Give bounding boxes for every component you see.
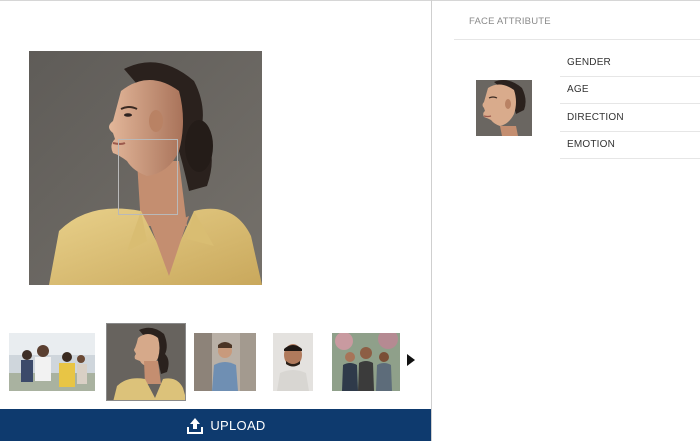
attribute-row-direction: DIRECTION bbox=[560, 104, 700, 132]
thumbnail-strip bbox=[0, 321, 432, 403]
upload-button[interactable]: UPLOAD bbox=[0, 409, 432, 441]
thumb-woman-profile[interactable] bbox=[106, 323, 186, 401]
attribute-row-emotion: EMOTION bbox=[560, 132, 700, 159]
face-attribute-panel: FACE ATTRIBUTE GENDER AGE DIRECTION EMOT… bbox=[432, 1, 700, 441]
face-detection-box bbox=[118, 139, 178, 215]
image-panel: UPLOAD bbox=[0, 1, 432, 441]
thumb-group-friends[interactable] bbox=[332, 333, 400, 391]
chevron-right-icon[interactable] bbox=[407, 354, 415, 366]
attribute-row-gender: GENDER bbox=[560, 49, 700, 77]
upload-icon bbox=[187, 417, 204, 434]
header-divider bbox=[454, 39, 700, 40]
thumb-group-outdoor[interactable] bbox=[9, 333, 95, 391]
main-photo bbox=[29, 51, 262, 285]
attribute-list: GENDER AGE DIRECTION EMOTION bbox=[560, 49, 700, 159]
thumb-man-street[interactable] bbox=[194, 333, 256, 391]
detected-face-crop bbox=[476, 80, 532, 136]
face-attribute-header: FACE ATTRIBUTE bbox=[469, 16, 551, 27]
thumb-man-portrait[interactable] bbox=[273, 333, 313, 391]
attribute-row-age: AGE bbox=[560, 77, 700, 104]
upload-label: UPLOAD bbox=[210, 418, 266, 433]
